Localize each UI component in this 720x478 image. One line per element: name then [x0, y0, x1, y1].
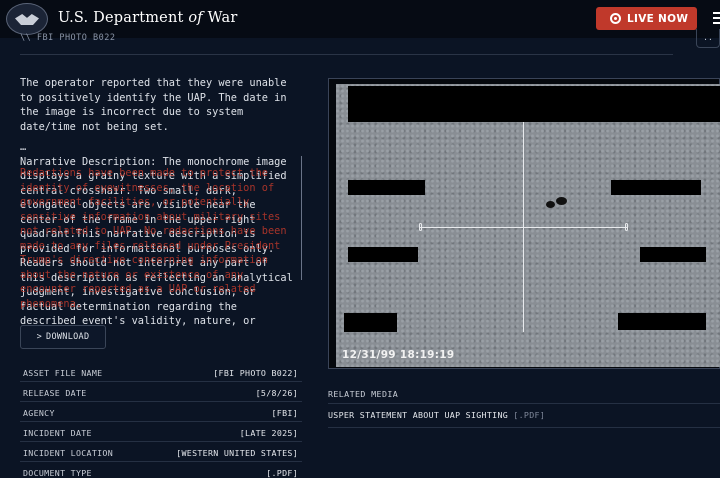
divider: [328, 403, 720, 404]
scrollbar[interactable]: [301, 156, 302, 280]
metadata-key: DOCUMENT TYPE: [23, 468, 92, 478]
metadata-value: [WESTERN UNITED STATES]: [176, 448, 298, 458]
related-media-ext: [.PDF]: [513, 410, 546, 420]
divider: [328, 427, 720, 428]
redaction-bar: [348, 180, 425, 195]
description-ellipsis: …: [20, 141, 27, 153]
metadata-key: INCIDENT LOCATION: [23, 448, 114, 458]
metadata-value: [FBI]: [271, 408, 298, 418]
download-label: DOWNLOAD: [46, 332, 90, 342]
metadata-key: ASSET FILE NAME: [23, 368, 103, 378]
uap-object: [556, 197, 567, 205]
redaction-notice: Redactions have been made to protect the…: [20, 167, 287, 310]
live-record-icon: [610, 13, 621, 24]
metadata-value: [.PDF]: [266, 468, 298, 478]
breadcrumb: \\ FBI PHOTO B022: [20, 33, 116, 43]
metadata-table: ASSET FILE NAME [FBI PHOTO B022] RELEASE…: [20, 362, 302, 478]
crosshair-horizontal: [420, 227, 628, 228]
redaction-bar: [348, 247, 418, 262]
table-row: INCIDENT DATE [LATE 2025]: [20, 422, 302, 442]
menu-icon[interactable]: [713, 12, 720, 26]
redaction-bar: [611, 180, 701, 195]
table-row: RELEASE DATE [5/8/26]: [20, 382, 302, 402]
table-row: AGENCY [FBI]: [20, 402, 302, 422]
related-media-label: USPER STATEMENT ABOUT UAP SIGHTING: [328, 410, 509, 420]
related-media-heading: RELATED MEDIA: [328, 389, 399, 399]
divider: [20, 54, 673, 55]
redaction-bar: [640, 247, 706, 262]
department-seal-logo[interactable]: [6, 3, 48, 35]
metadata-key: RELEASE DATE: [23, 388, 87, 398]
live-now-label: LIVE NOW: [627, 12, 689, 25]
description-intro: The operator reported that they were una…: [20, 77, 287, 133]
redaction-bar: [618, 313, 706, 330]
redaction-bar: [348, 86, 720, 122]
live-now-button[interactable]: LIVE NOW: [596, 7, 697, 30]
chevron-right-icon: >: [36, 332, 43, 342]
metadata-key: INCIDENT DATE: [23, 428, 92, 438]
metadata-value: [FBI PHOTO B022]: [213, 368, 298, 378]
corner-button[interactable]: ..: [696, 29, 720, 48]
metadata-value: [LATE 2025]: [239, 428, 298, 438]
metadata-value: [5/8/26]: [255, 388, 298, 398]
redaction-bar: [344, 313, 397, 332]
related-media-link[interactable]: USPER STATEMENT ABOUT UAP SIGHTING [.PDF…: [328, 410, 545, 420]
table-row: DOCUMENT TYPE [.PDF]: [20, 462, 302, 478]
uap-object: [546, 201, 555, 208]
download-button[interactable]: > DOWNLOAD: [20, 325, 106, 349]
metadata-key: AGENCY: [23, 408, 55, 418]
crosshair-tick: [419, 223, 422, 231]
crosshair-tick: [625, 223, 628, 231]
table-row: INCIDENT LOCATION [WESTERN UNITED STATES…: [20, 442, 302, 462]
site-title[interactable]: U.S. Department of War: [58, 10, 237, 26]
table-row: ASSET FILE NAME [FBI PHOTO B022]: [20, 362, 302, 382]
image-timestamp: 12/31/99 18:19:19: [342, 349, 455, 361]
